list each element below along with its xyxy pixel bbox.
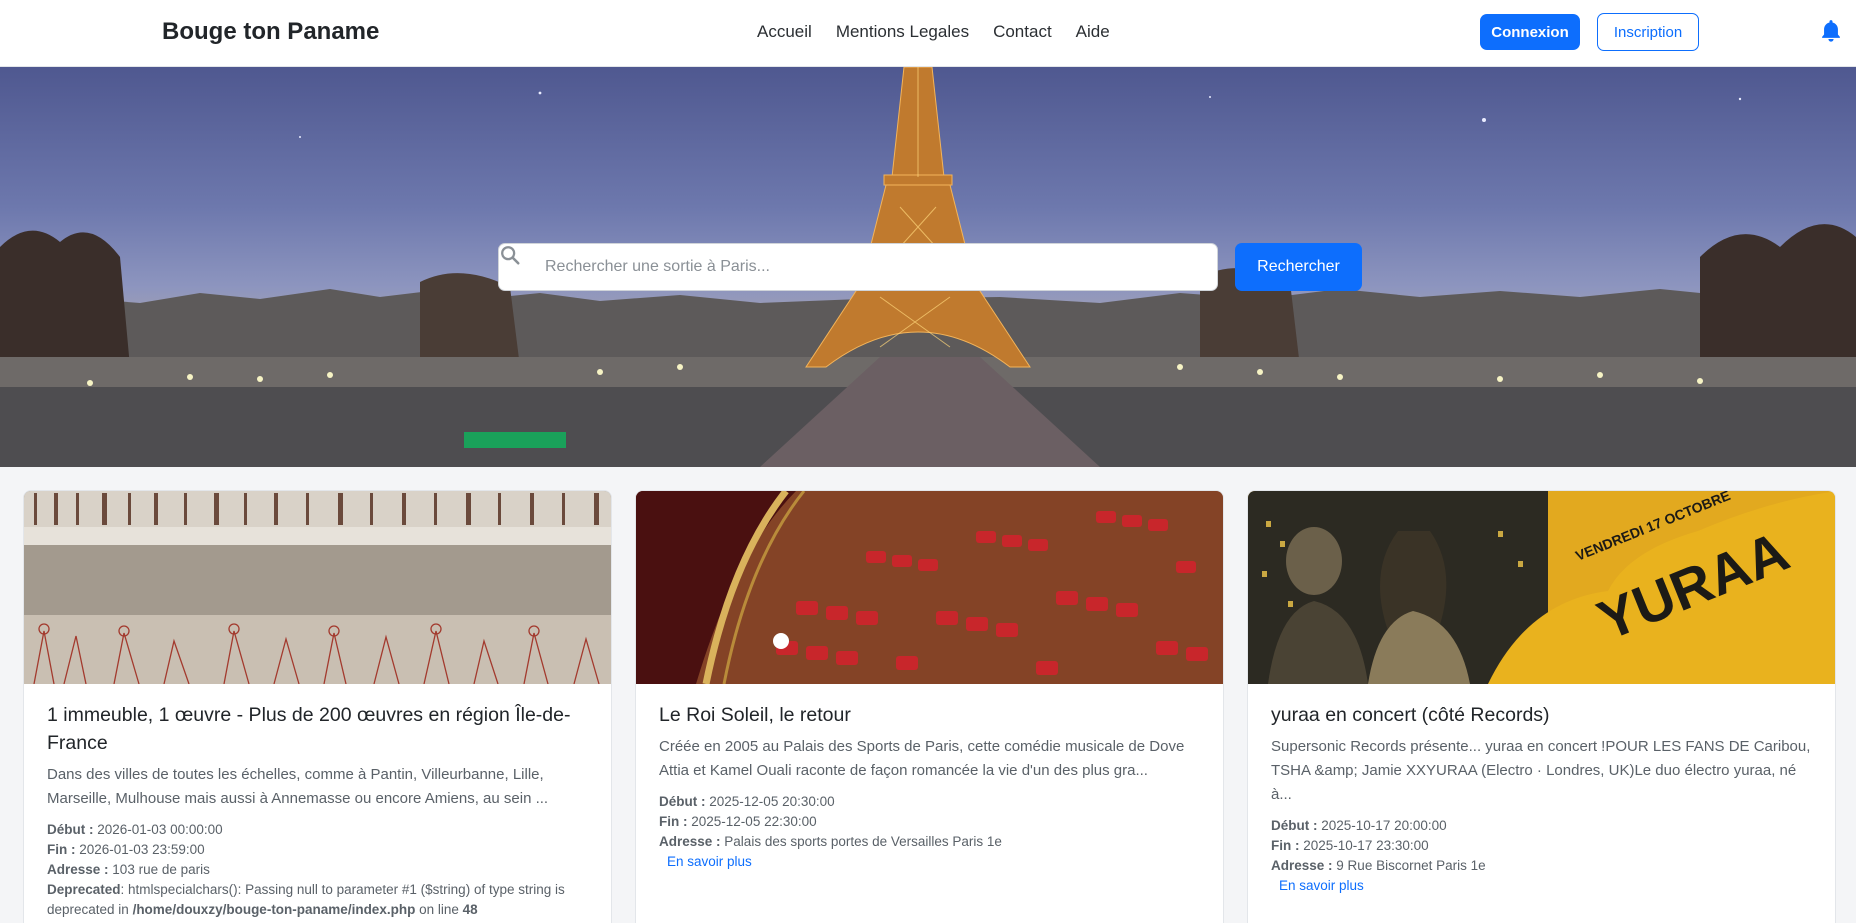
event-description: Supersonic Records présente... yuraa en …: [1271, 738, 1811, 803]
event-title[interactable]: 1 immeuble, 1 œuvre - Plus de 200 œuvres…: [47, 701, 597, 757]
event-card-body: yuraa en concert (côté Records) Superson…: [1271, 701, 1821, 896]
event-card[interactable]: VENDREDI 17 OCTOBRE YURAA yuraa en conce…: [1247, 490, 1836, 923]
search-input[interactable]: [545, 244, 1205, 290]
event-image[interactable]: [24, 491, 611, 684]
signup-button[interactable]: Inscription: [1597, 13, 1699, 51]
event-end: Fin : 2026-01-03 23:59:00: [47, 842, 205, 857]
search-button[interactable]: Rechercher: [1235, 243, 1362, 291]
nav-link-mentions-legales[interactable]: Mentions Legales: [836, 22, 969, 42]
event-address: Adresse : 103 rue de paris: [47, 862, 210, 877]
hero-banner: Rechercher: [0, 67, 1856, 467]
event-title[interactable]: Le Roi Soleil, le retour: [659, 701, 1209, 729]
read-more-link[interactable]: En savoir plus: [667, 852, 1209, 872]
event-address: Adresse : Palais des sports portes de Ve…: [659, 834, 1002, 849]
event-start: Début : 2026-01-03 00:00:00: [47, 822, 223, 837]
event-address: Adresse : 9 Rue Biscornet Paris 1e: [1271, 858, 1486, 873]
nav-link-accueil[interactable]: Accueil: [757, 22, 812, 42]
event-start: Début : 2025-10-17 20:00:00: [1271, 818, 1447, 833]
event-description: Créée en 2005 au Palais des Sports de Pa…: [659, 738, 1185, 779]
event-title[interactable]: yuraa en concert (côté Records): [1271, 701, 1821, 729]
php-warning: Deprecated: htmlspecialchars(): Passing …: [47, 882, 565, 917]
brand-logo[interactable]: Bouge ton Paname: [162, 18, 379, 46]
event-image[interactable]: [636, 491, 1223, 684]
event-start: Début : 2025-12-05 20:30:00: [659, 794, 835, 809]
event-image[interactable]: VENDREDI 17 OCTOBRE YURAA: [1248, 491, 1835, 684]
bell-icon[interactable]: [1818, 18, 1844, 44]
event-description: Dans des villes de toutes les échelles, …: [47, 766, 549, 807]
read-more-link[interactable]: En savoir plus: [1279, 876, 1821, 896]
navbar: Bouge ton Paname Accueil Mentions Legale…: [0, 0, 1856, 67]
event-end: Fin : 2025-10-17 23:30:00: [1271, 838, 1429, 853]
login-button[interactable]: Connexion: [1480, 14, 1580, 50]
event-card-body: Le Roi Soleil, le retour Créée en 2005 a…: [659, 701, 1209, 872]
search-icon: [501, 246, 520, 265]
event-end: Fin : 2025-12-05 22:30:00: [659, 814, 817, 829]
event-cards: 1 immeuble, 1 œuvre - Plus de 200 œuvres…: [0, 490, 1856, 923]
nav-links: Accueil Mentions Legales Contact Aide: [757, 22, 1134, 42]
event-card[interactable]: 1 immeuble, 1 œuvre - Plus de 200 œuvres…: [23, 490, 612, 923]
nav-link-contact[interactable]: Contact: [993, 22, 1052, 42]
event-card[interactable]: Le Roi Soleil, le retour Créée en 2005 a…: [635, 490, 1224, 923]
nav-link-aide[interactable]: Aide: [1076, 22, 1110, 42]
event-card-body: 1 immeuble, 1 œuvre - Plus de 200 œuvres…: [47, 701, 597, 920]
search-box: [498, 243, 1218, 291]
